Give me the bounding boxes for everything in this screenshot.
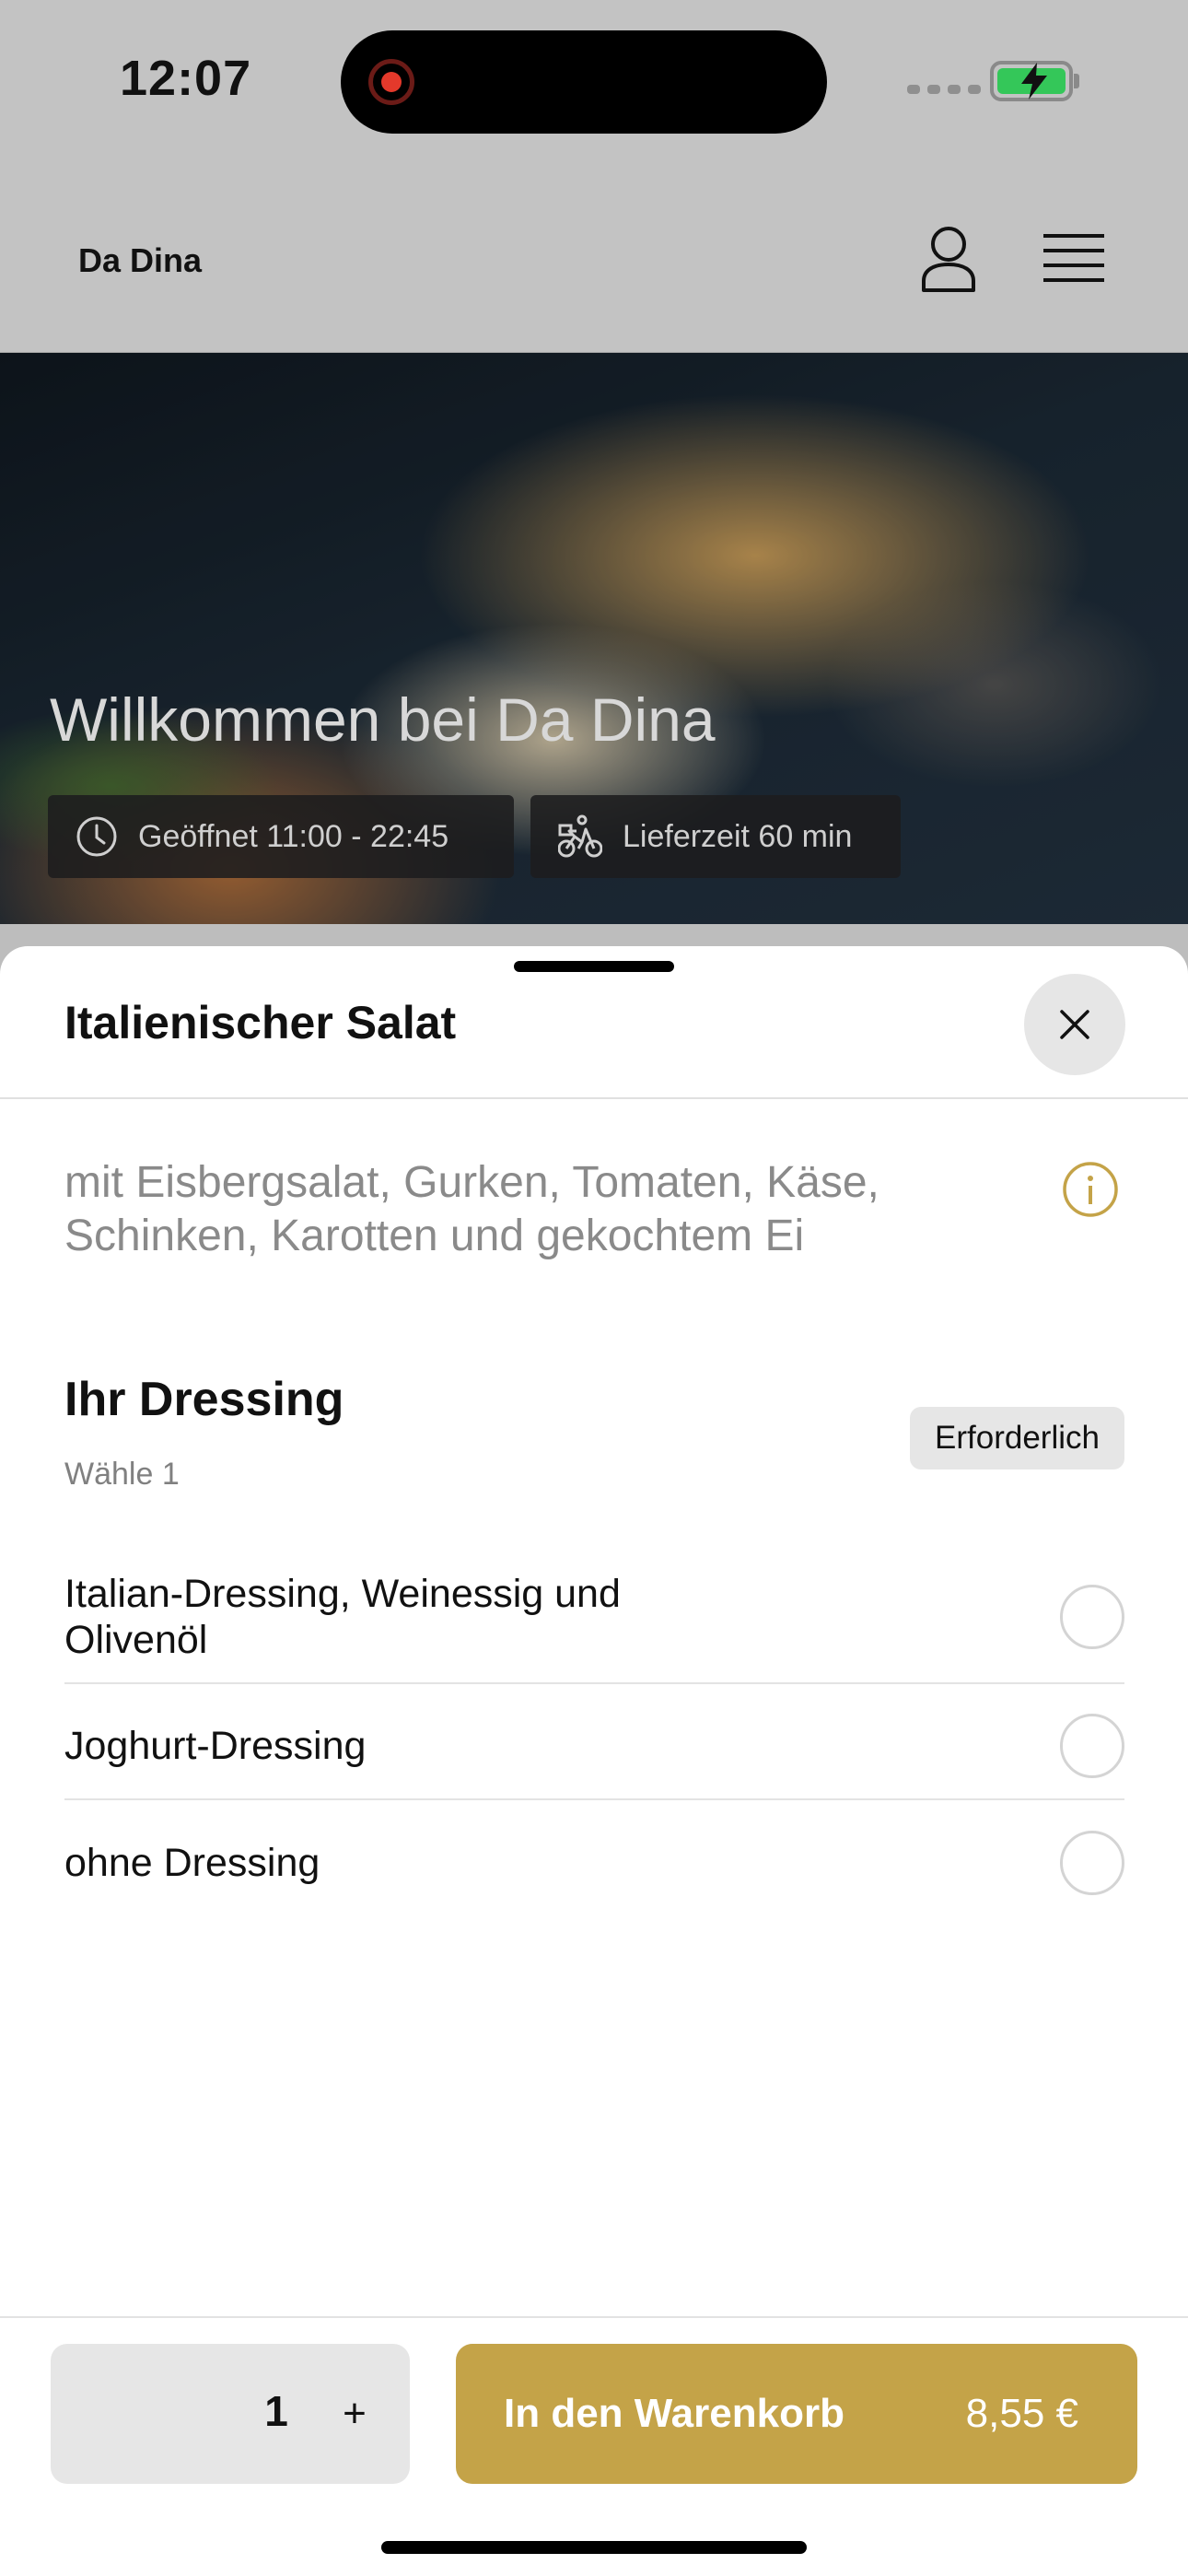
brand-name[interactable]: Da Dina: [78, 241, 202, 280]
delivery-bike-icon: [558, 814, 602, 858]
option-radio[interactable]: [1060, 1714, 1124, 1778]
user-icon[interactable]: [921, 226, 976, 292]
option-group-subtitle: Wähle 1: [64, 1457, 180, 1492]
footer-divider: [0, 2316, 1188, 2318]
status-bar: 12:07: [0, 0, 1188, 166]
dynamic-island: [341, 30, 827, 134]
clock-icon: [76, 816, 117, 857]
delivery-time-chip: Lieferzeit 60 min: [530, 795, 901, 878]
recording-indicator-icon: [368, 59, 414, 105]
sheet-divider: [0, 1097, 1188, 1099]
close-icon: [1060, 1010, 1089, 1039]
add-to-cart-label: In den Warenkorb: [504, 2391, 844, 2436]
hero-title: Willkommen bei Da Dina: [50, 685, 716, 754]
charging-bolt-icon: [1021, 63, 1047, 100]
price-label: 8,55 €: [965, 2391, 1078, 2436]
info-icon[interactable]: [1062, 1161, 1119, 1218]
quantity-stepper: 1 +: [51, 2344, 410, 2484]
option-row[interactable]: Joghurt-Dressing: [64, 1692, 1124, 1799]
option-radio[interactable]: [1060, 1585, 1124, 1649]
quantity-plus-button[interactable]: +: [320, 2379, 390, 2449]
product-bottom-sheet: Italienischer Salat mit Eisbergsalat, Gu…: [0, 946, 1188, 2576]
close-button[interactable]: [1024, 974, 1125, 1075]
battery-cap: [1074, 74, 1079, 88]
status-time: 12:07: [120, 51, 252, 106]
opening-hours-text: Geöffnet 11:00 - 22:45: [138, 818, 449, 854]
delivery-time-text: Lieferzeit 60 min: [623, 818, 853, 854]
cellular-signal-icon: [907, 85, 981, 94]
product-description: mit Eisbergsalat, Gurken, Tomaten, Käse,…: [64, 1158, 879, 1260]
option-group-title: Ihr Dressing: [64, 1373, 344, 1426]
option-divider: [64, 1682, 1124, 1684]
opening-hours-chip: Geöffnet 11:00 - 22:45: [48, 795, 514, 878]
option-radio[interactable]: [1060, 1831, 1124, 1895]
option-label: ohne Dressing: [64, 1841, 320, 1885]
required-badge: Erforderlich: [910, 1407, 1124, 1469]
option-label: Italian-Dressing, Weinessig und Olivenöl: [64, 1572, 621, 1662]
app-header: Da Dina: [0, 166, 1188, 353]
add-to-cart-button[interactable]: In den Warenkorb 8,55 €: [456, 2344, 1137, 2484]
option-divider: [64, 1798, 1124, 1800]
battery-icon: [990, 61, 1073, 101]
menu-icon[interactable]: [1043, 232, 1104, 286]
option-label: Joghurt-Dressing: [64, 1724, 367, 1768]
quantity-value: 1: [264, 2387, 288, 2435]
sheet-grabber[interactable]: [514, 961, 674, 972]
product-title: Italienischer Salat: [64, 997, 457, 1048]
option-row[interactable]: Italian-Dressing, Weinessig und Olivenöl: [64, 1560, 1124, 1674]
home-indicator[interactable]: [381, 2541, 807, 2554]
hero-banner: Willkommen bei Da Dina Geöffnet 11:00 - …: [0, 353, 1188, 924]
option-row[interactable]: ohne Dressing: [64, 1809, 1124, 1917]
